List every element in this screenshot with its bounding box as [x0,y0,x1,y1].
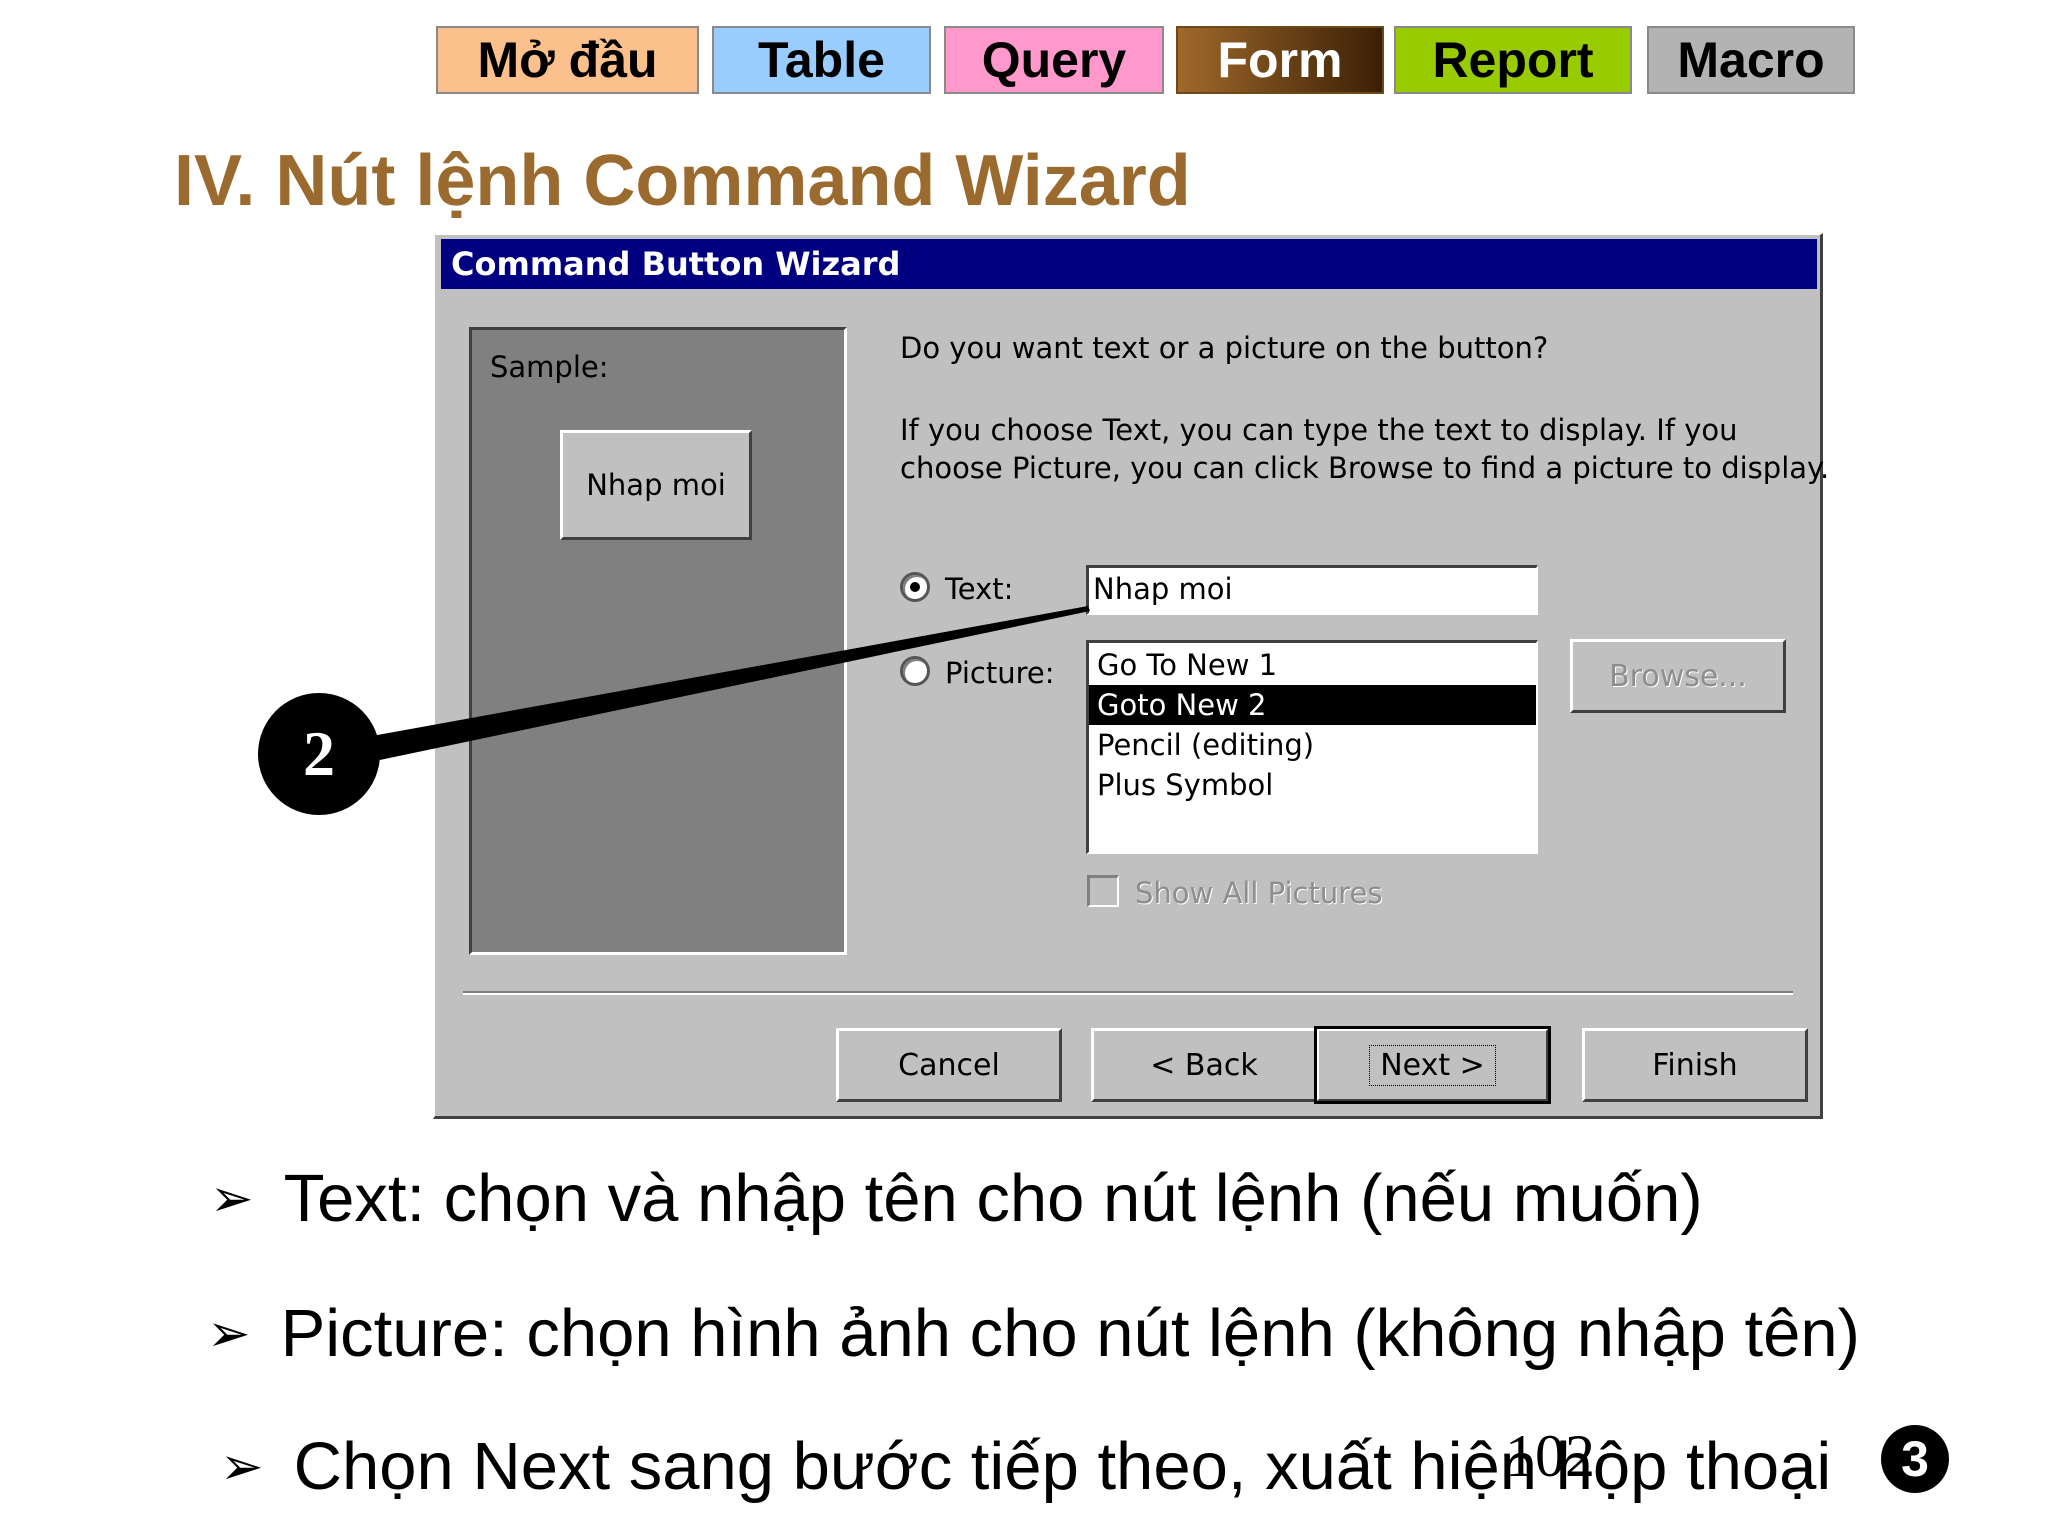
bullet-arrow-icon: ➢ [207,1303,251,1364]
bullet-text-content: Text: chọn và nhập tên cho nút lệnh (nếu… [283,1161,1703,1236]
bullet-arrow-icon: ➢ [210,1168,254,1229]
bullet-arrow-icon: ➢ [220,1436,264,1497]
step-number-badge: 3 [1881,1425,1949,1493]
page-number: 102 [1505,1423,1595,1489]
bullet-picture: ➢ Picture: chọn hình ảnh cho nút lệnh (k… [207,1295,1860,1372]
bullet-text: ➢ Text: chọn và nhập tên cho nút lệnh (n… [210,1160,1703,1237]
callout-number-badge: 2 [258,693,380,815]
bullet-picture-content: Picture: chọn hình ảnh cho nút lệnh (khô… [280,1296,1860,1371]
bullet-next-content: Chọn Next sang bước tiếp theo, xuất hiện… [293,1429,1832,1504]
